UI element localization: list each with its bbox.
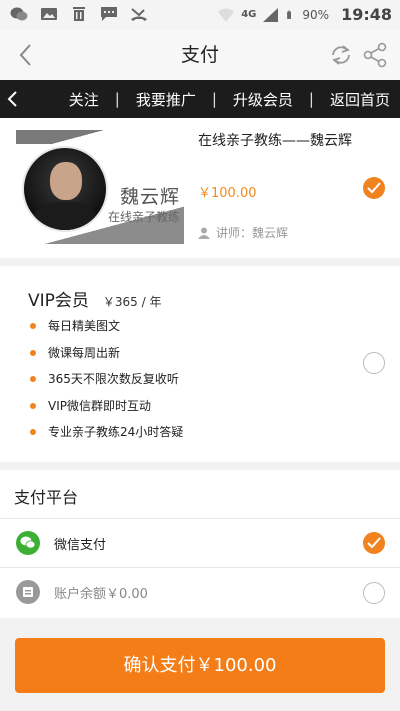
- balance-label: 账户余额￥0.00: [54, 587, 148, 602]
- wechat-pay-icon: [16, 531, 40, 555]
- nav-separator: |: [211, 90, 217, 108]
- vip-benefit-item: 365天不限次数反复收听: [30, 371, 183, 398]
- payment-platform-card: 支付平台 微信支付 账户余额￥0.00: [0, 470, 400, 618]
- missed-call-icon: [131, 8, 147, 21]
- status-system-icons: 4G 90% 19:48: [217, 5, 392, 24]
- nav-separator: |: [114, 90, 120, 108]
- status-bar: 4G 90% 19:48: [0, 0, 400, 30]
- vip-header: VIP会员 ￥365 / 年: [28, 286, 161, 311]
- clock: 19:48: [341, 5, 392, 24]
- person-icon: [198, 227, 210, 239]
- network-type: 4G: [241, 9, 257, 20]
- vip-benefit-item: 每日精美图文: [30, 318, 183, 345]
- course-title: 在线亲子教练——魏云辉: [198, 133, 352, 149]
- wifi-icon: [218, 8, 235, 22]
- message-icon: [101, 7, 117, 21]
- nav-link-follow[interactable]: 关注: [65, 89, 103, 110]
- status-notification-icons: [10, 6, 148, 22]
- trash-icon: [73, 7, 85, 21]
- signal-icon: [263, 7, 279, 22]
- payment-option-wechat[interactable]: 微信支付: [0, 519, 400, 567]
- chevron-left-icon[interactable]: [6, 90, 20, 108]
- checkmark-icon: [367, 537, 381, 549]
- battery-percent: 90%: [302, 7, 330, 22]
- refresh-icon[interactable]: [328, 42, 354, 68]
- title-bar: 支付: [0, 30, 400, 80]
- teacher-photo: [22, 146, 108, 232]
- cover-teacher-name: 魏云辉: [120, 186, 181, 208]
- vip-benefit-item: 专业亲子教练24小时答疑: [30, 424, 183, 451]
- vip-benefit-item: VIP微信群即时互动: [30, 398, 183, 425]
- course-cover-image: 魏云辉 在线亲子教练: [16, 130, 184, 244]
- payment-option-balance[interactable]: 账户余额￥0.00: [0, 568, 400, 616]
- cover-stripe-top: [16, 130, 184, 144]
- vip-membership-card[interactable]: VIP会员 ￥365 / 年 每日精美图文 微课每周出新 365天不限次数反复收…: [0, 266, 400, 462]
- wechat-pay-checkmark[interactable]: [363, 532, 385, 554]
- nav-link-home[interactable]: 返回首页: [326, 89, 394, 110]
- checkmark-icon: [367, 182, 381, 194]
- vip-title: VIP会员: [28, 291, 89, 311]
- wechat-icon: [10, 7, 28, 21]
- back-arrow-icon[interactable]: [14, 42, 38, 68]
- course-teacher: 讲师：魏云辉: [198, 224, 288, 241]
- wallet-icon: [16, 580, 40, 604]
- nav-link-promote[interactable]: 我要推广: [132, 89, 200, 110]
- vip-benefits-list: 每日精美图文 微课每周出新 365天不限次数反复收听 VIP微信群即时互动 专业…: [30, 318, 183, 451]
- payment-title: 支付平台: [14, 488, 79, 507]
- balance-radio-button[interactable]: [363, 582, 385, 604]
- cover-subtitle: 在线亲子教练: [108, 210, 181, 224]
- course-item-card[interactable]: 魏云辉 在线亲子教练 在线亲子教练——魏云辉 ￥100.00 讲师：魏云辉: [0, 118, 400, 258]
- battery-icon: [287, 10, 292, 19]
- course-teacher-label: 讲师：魏云辉: [216, 226, 289, 240]
- image-icon: [41, 8, 57, 20]
- vip-radio-button[interactable]: [363, 352, 385, 374]
- nav-separator: |: [308, 90, 314, 108]
- shop-nav-bar: 关注 | 我要推广 | 升级会员 | 返回首页: [0, 80, 400, 118]
- share-icon[interactable]: [362, 42, 388, 68]
- wechat-pay-label: 微信支付: [54, 538, 107, 553]
- course-price: ￥100.00: [198, 186, 257, 201]
- course-selected-checkmark[interactable]: [363, 177, 385, 199]
- nav-link-upgrade[interactable]: 升级会员: [229, 89, 297, 110]
- nav-links: 关注 | 我要推广 | 升级会员 | 返回首页: [65, 80, 394, 118]
- vip-price: ￥365 / 年: [102, 295, 162, 309]
- confirm-payment-button[interactable]: 确认支付￥100.00: [15, 638, 385, 693]
- vip-benefit-item: 微课每周出新: [30, 345, 183, 372]
